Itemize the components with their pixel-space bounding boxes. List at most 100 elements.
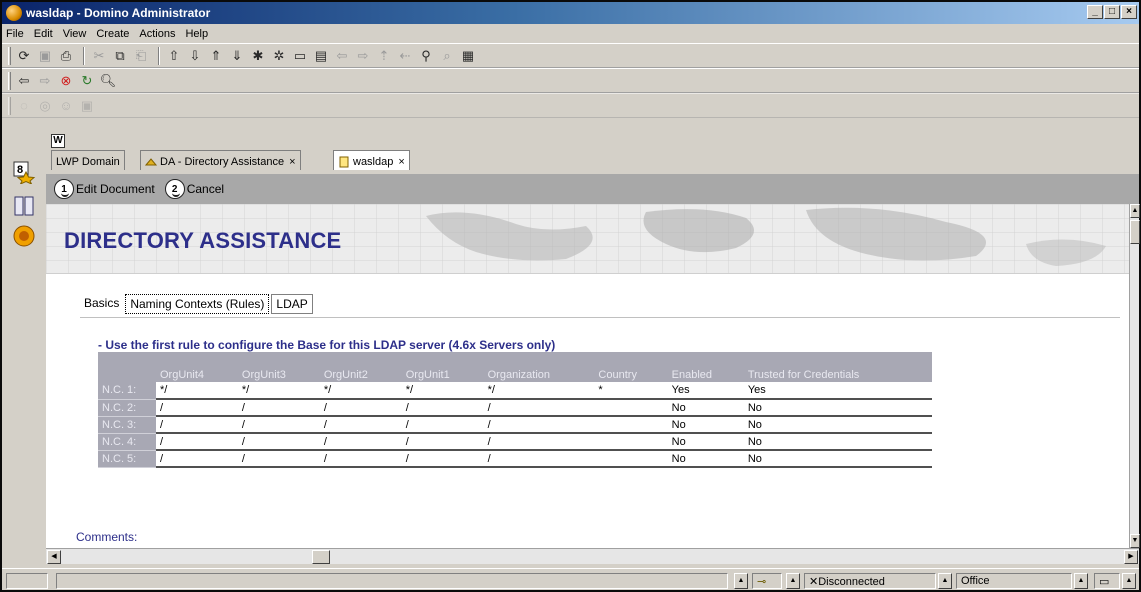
cell-organization[interactable]: / bbox=[483, 416, 595, 434]
cell-orgunit1[interactable]: / bbox=[401, 450, 484, 468]
cell-country[interactable] bbox=[594, 433, 668, 451]
cell-enabled[interactable]: No bbox=[667, 399, 744, 417]
cell-orgunit1[interactable]: */ bbox=[401, 382, 484, 400]
cell-enabled[interactable]: No bbox=[667, 450, 744, 468]
maximize-button[interactable]: □ bbox=[1104, 5, 1120, 19]
status-up-icon[interactable]: ▲ bbox=[1122, 573, 1136, 589]
vertical-scrollbar[interactable]: ▲ ▼ bbox=[1129, 204, 1140, 548]
tab-naming-contexts[interactable]: Naming Contexts (Rules) bbox=[125, 294, 270, 314]
cell-trusted[interactable]: No bbox=[743, 450, 932, 468]
cell-orgunit3[interactable]: */ bbox=[237, 382, 320, 400]
menu-help[interactable]: Help bbox=[185, 28, 208, 40]
cell-country[interactable] bbox=[594, 416, 668, 434]
binoculars-icon[interactable]: ⚲ bbox=[417, 47, 435, 65]
down-arrow-icon[interactable]: ⇓ bbox=[228, 47, 246, 65]
scroll-down-icon[interactable]: ▼ bbox=[1130, 534, 1140, 548]
cell-orgunit4[interactable]: / bbox=[156, 450, 238, 468]
cell-orgunit2[interactable]: / bbox=[319, 433, 402, 451]
cell-trusted[interactable]: No bbox=[743, 433, 932, 451]
copy-icon[interactable]: ⧉ bbox=[111, 47, 129, 65]
scroll-right-icon[interactable]: ▶ bbox=[1124, 550, 1138, 564]
horizontal-scroll-thumb[interactable] bbox=[312, 550, 330, 564]
paste-icon[interactable]: ⎗ bbox=[132, 47, 150, 65]
nav-back-icon[interactable]: ⇦ bbox=[333, 47, 351, 65]
move-down-icon[interactable]: ⇩ bbox=[186, 47, 204, 65]
domino-logo-icon[interactable] bbox=[12, 224, 36, 248]
close-button[interactable]: × bbox=[1121, 5, 1137, 19]
discussion-icon[interactable]: ◎ bbox=[36, 97, 54, 115]
status-up-icon[interactable]: ▲ bbox=[1074, 573, 1088, 589]
cell-enabled[interactable]: No bbox=[667, 416, 744, 434]
location-status[interactable]: Office bbox=[956, 573, 1072, 589]
key-icon[interactable]: ⊸ bbox=[752, 573, 782, 589]
cell-orgunit2[interactable]: / bbox=[319, 450, 402, 468]
nav-forward-icon[interactable]: ⇨ bbox=[354, 47, 372, 65]
cell-trusted[interactable]: Yes bbox=[743, 382, 932, 400]
cell-orgunit2[interactable]: / bbox=[319, 399, 402, 417]
scroll-up-icon[interactable]: ▲ bbox=[1130, 204, 1140, 218]
status-up-icon[interactable]: ▲ bbox=[734, 573, 748, 589]
horizontal-scrollbar[interactable]: ◀ ▶ bbox=[46, 548, 1139, 564]
minimize-button[interactable]: _ bbox=[1087, 5, 1103, 19]
forward-icon[interactable]: ⇨ bbox=[36, 72, 54, 90]
cell-orgunit1[interactable]: / bbox=[401, 433, 484, 451]
menu-edit[interactable]: Edit bbox=[34, 28, 53, 40]
collapse-icon[interactable]: ⇠ bbox=[396, 47, 414, 65]
cell-orgunit3[interactable]: / bbox=[237, 433, 320, 451]
menu-actions[interactable]: Actions bbox=[139, 28, 175, 40]
view-icon[interactable]: ▤ bbox=[312, 47, 330, 65]
prev-unread-icon[interactable]: ✲ bbox=[270, 47, 288, 65]
cancel-button[interactable]: 2 Cancel bbox=[164, 179, 224, 199]
menu-view[interactable]: View bbox=[63, 28, 87, 40]
cell-trusted[interactable]: No bbox=[743, 399, 932, 417]
replicator-icon[interactable] bbox=[12, 194, 36, 218]
connection-status[interactable]: ✕Disconnected bbox=[804, 573, 936, 589]
tab-directory-assistance[interactable]: DA - Directory Assistance × bbox=[140, 150, 301, 170]
cell-enabled[interactable]: Yes bbox=[667, 382, 744, 400]
layout-icon[interactable]: ▣ bbox=[78, 97, 96, 115]
cell-organization[interactable]: / bbox=[483, 399, 595, 417]
cell-orgunit4[interactable]: */ bbox=[156, 382, 238, 400]
cell-country[interactable] bbox=[594, 450, 668, 468]
cell-organization[interactable]: / bbox=[483, 433, 595, 451]
edit-document-button[interactable]: 1 Edit Document bbox=[54, 179, 155, 199]
tab-basics[interactable]: Basics bbox=[80, 294, 124, 314]
chat-icon[interactable]: ◌ bbox=[15, 97, 33, 115]
cell-orgunit1[interactable]: / bbox=[401, 399, 484, 417]
cell-organization[interactable]: / bbox=[483, 450, 595, 468]
folder-icon[interactable]: ▭ bbox=[291, 47, 309, 65]
cell-enabled[interactable]: No bbox=[667, 433, 744, 451]
menu-file[interactable]: File bbox=[6, 28, 24, 40]
bookmark-star-icon[interactable]: 8 bbox=[12, 160, 36, 184]
cell-orgunit3[interactable]: / bbox=[237, 399, 320, 417]
status-up-icon[interactable]: ▲ bbox=[786, 573, 800, 589]
vertical-scroll-thumb[interactable] bbox=[1130, 220, 1140, 244]
cell-orgunit4[interactable]: / bbox=[156, 433, 238, 451]
refresh-icon[interactable]: ⟳ bbox=[15, 47, 33, 65]
status-up-icon[interactable]: ▲ bbox=[938, 573, 952, 589]
back-icon[interactable]: ⇦ bbox=[15, 72, 33, 90]
save-icon[interactable]: ▣ bbox=[36, 47, 54, 65]
properties-icon[interactable]: ▦ bbox=[459, 47, 477, 65]
tab-close-icon[interactable]: × bbox=[289, 156, 295, 168]
cell-orgunit4[interactable]: / bbox=[156, 399, 238, 417]
tab-close-icon[interactable]: × bbox=[398, 156, 404, 168]
cell-orgunit2[interactable]: / bbox=[319, 416, 402, 434]
cell-orgunit4[interactable]: / bbox=[156, 416, 238, 434]
toolbar-grip[interactable] bbox=[8, 71, 11, 90]
cut-icon[interactable]: ✂ bbox=[90, 47, 108, 65]
menu-create[interactable]: Create bbox=[96, 28, 129, 40]
cell-country[interactable] bbox=[594, 399, 668, 417]
mail-icon[interactable]: ▭ bbox=[1094, 573, 1120, 589]
search-web-icon[interactable]: 🔍︎ bbox=[99, 72, 117, 90]
scroll-left-icon[interactable]: ◀ bbox=[47, 550, 61, 564]
next-unread-icon[interactable]: ✱ bbox=[249, 47, 267, 65]
tab-ldap[interactable]: LDAP bbox=[271, 294, 313, 314]
toolbar-grip[interactable] bbox=[8, 96, 11, 115]
cell-orgunit2[interactable]: */ bbox=[319, 382, 402, 400]
stop-icon[interactable]: ⊗ bbox=[57, 72, 75, 90]
cell-orgunit3[interactable]: / bbox=[237, 450, 320, 468]
tab-wasldap[interactable]: wasldap × bbox=[333, 150, 410, 170]
search-icon[interactable]: ⌕ bbox=[438, 47, 456, 65]
tab-lwp-domain[interactable]: LWP Domain bbox=[51, 150, 125, 170]
